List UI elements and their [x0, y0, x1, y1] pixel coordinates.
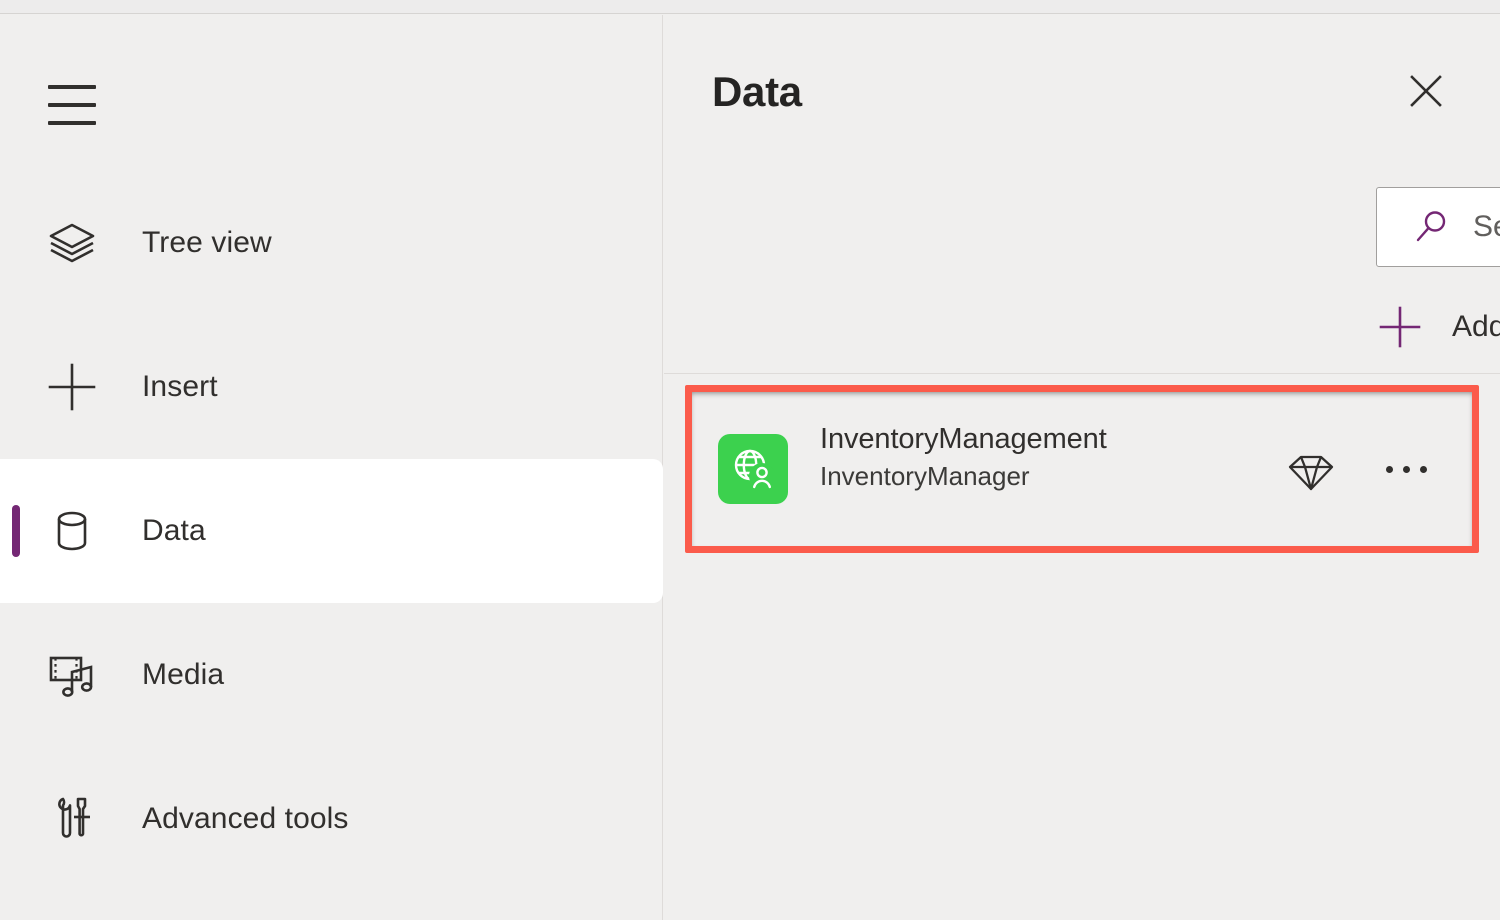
more-dot — [1402, 465, 1410, 473]
tools-icon — [44, 791, 100, 847]
sidebar-item-label: Tree view — [142, 226, 272, 259]
sidebar-item-label: Data — [142, 514, 206, 547]
sidebar-nav-list: Tree view Insert Data Media Advanced too… — [0, 171, 663, 891]
top-bar — [0, 0, 1500, 14]
hamburger-bar — [48, 121, 96, 125]
add-data-button[interactable]: Add data — [1376, 297, 1500, 357]
sidebar-item-data[interactable]: Data — [0, 459, 663, 603]
selection-indicator — [12, 505, 20, 557]
layers-icon — [44, 215, 100, 271]
data-source-subtitle: InventoryManager — [820, 461, 1030, 491]
search-box[interactable] — [1376, 187, 1500, 267]
left-sidebar: Tree view Insert Data Media Advanced too… — [0, 15, 663, 920]
powerapps-studio-window: Tree view Insert Data Media Advanced too… — [0, 0, 1500, 920]
panel-divider — [664, 373, 1500, 374]
add-data-label: Add data — [1452, 310, 1500, 343]
data-source-name: InventoryManagement — [820, 423, 1107, 455]
data-panel: Data Search Add InventoryManagement Inve… — [664, 15, 1500, 920]
sidebar-item-tree-view[interactable]: Tree view — [0, 171, 663, 315]
premium-diamond-icon[interactable] — [1284, 442, 1338, 496]
sidebar-item-label: Advanced tools — [142, 802, 349, 835]
data-source-row[interactable]: InventoryManagement InventoryManager — [692, 392, 1472, 546]
hamburger-bar — [48, 85, 96, 89]
plus-icon — [1376, 303, 1424, 351]
database-icon — [44, 503, 100, 559]
sidebar-item-insert[interactable]: Insert — [0, 315, 663, 459]
data-source-text: InventoryManagement InventoryManager — [820, 420, 1107, 494]
hamburger-menu-icon[interactable] — [36, 75, 108, 135]
panel-header: Data — [712, 59, 1452, 125]
page-title: Data — [712, 68, 802, 115]
sidebar-item-label: Insert — [142, 370, 218, 403]
more-dot — [1419, 465, 1427, 473]
search-input[interactable] — [1473, 205, 1500, 249]
more-options-icon[interactable] — [1378, 442, 1434, 496]
highlight-box: InventoryManagement InventoryManager — [685, 385, 1479, 553]
sidebar-item-media[interactable]: Media — [0, 603, 663, 747]
more-dot — [1385, 465, 1393, 473]
sidebar-item-advanced-tools[interactable]: Advanced tools — [0, 747, 663, 891]
media-icon — [44, 647, 100, 703]
hamburger-bar — [48, 103, 96, 107]
plus-icon — [44, 359, 100, 415]
close-icon[interactable] — [1400, 65, 1452, 117]
globe-user-connector-icon — [718, 434, 788, 504]
search-icon — [1413, 208, 1451, 246]
sidebar-item-label: Media — [142, 658, 225, 691]
